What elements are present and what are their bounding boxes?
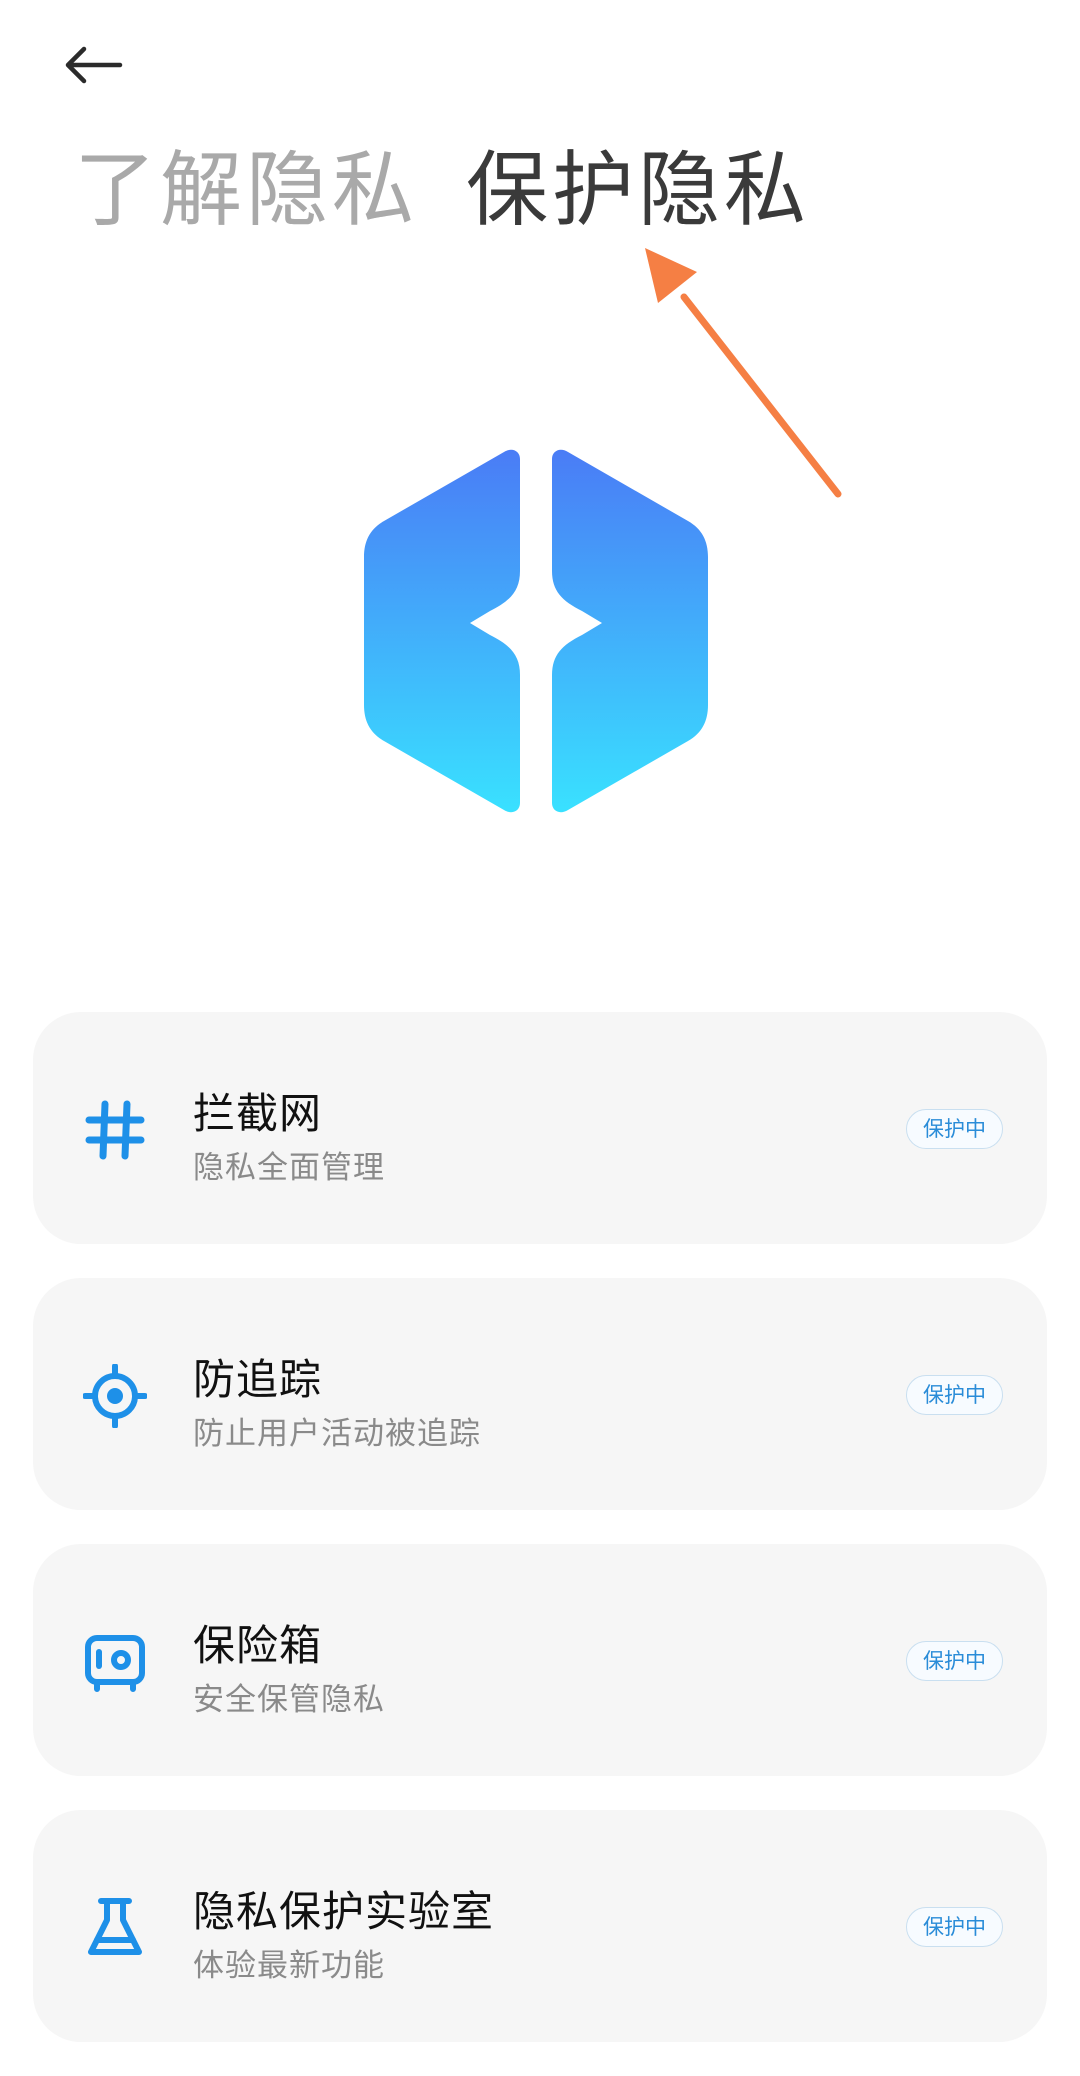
feature-subtitle: 体验最新功能 <box>193 1948 385 1984</box>
feature-card-interception[interactable]: 拦截网 隐私全面管理 保护中 <box>33 1012 1047 1244</box>
status-badge: 保护中 <box>906 1109 1003 1149</box>
feature-card-privacy-lab[interactable]: 隐私保护实验室 体验最新功能 保护中 <box>33 1810 1047 2042</box>
tab-understand-privacy[interactable]: 了解隐私 <box>74 150 418 232</box>
feature-list: 拦截网 隐私全面管理 保护中 防追踪 防止用户活动被追踪 保护中 保险箱 安全保… <box>33 1012 1047 2076</box>
feature-card-safe-box[interactable]: 保险箱 安全保管隐私 保护中 <box>33 1544 1047 1776</box>
status-badge: 保护中 <box>906 1641 1003 1681</box>
arrow-left-icon <box>65 46 123 84</box>
feature-subtitle: 隐私全面管理 <box>193 1150 385 1186</box>
privacy-shield-logo <box>364 449 708 813</box>
feature-title: 防追踪 <box>193 1355 323 1404</box>
feature-title: 拦截网 <box>193 1089 323 1138</box>
feature-subtitle: 防止用户活动被追踪 <box>193 1416 481 1452</box>
safe-box-icon <box>85 1635 145 1692</box>
back-button[interactable] <box>62 30 152 100</box>
feature-title: 隐私保护实验室 <box>193 1887 495 1936</box>
flask-icon <box>88 1898 142 1955</box>
target-icon <box>83 1364 147 1428</box>
feature-subtitle: 安全保管隐私 <box>193 1682 385 1718</box>
tab-protect-privacy[interactable]: 保护隐私 <box>466 150 810 232</box>
hash-icon <box>85 1100 145 1160</box>
feature-title: 保险箱 <box>193 1621 323 1670</box>
status-badge: 保护中 <box>906 1907 1003 1947</box>
feature-card-anti-tracking[interactable]: 防追踪 防止用户活动被追踪 保护中 <box>33 1278 1047 1510</box>
status-badge: 保护中 <box>906 1375 1003 1415</box>
header-tabs: 了解隐私 保护隐私 <box>74 150 810 232</box>
